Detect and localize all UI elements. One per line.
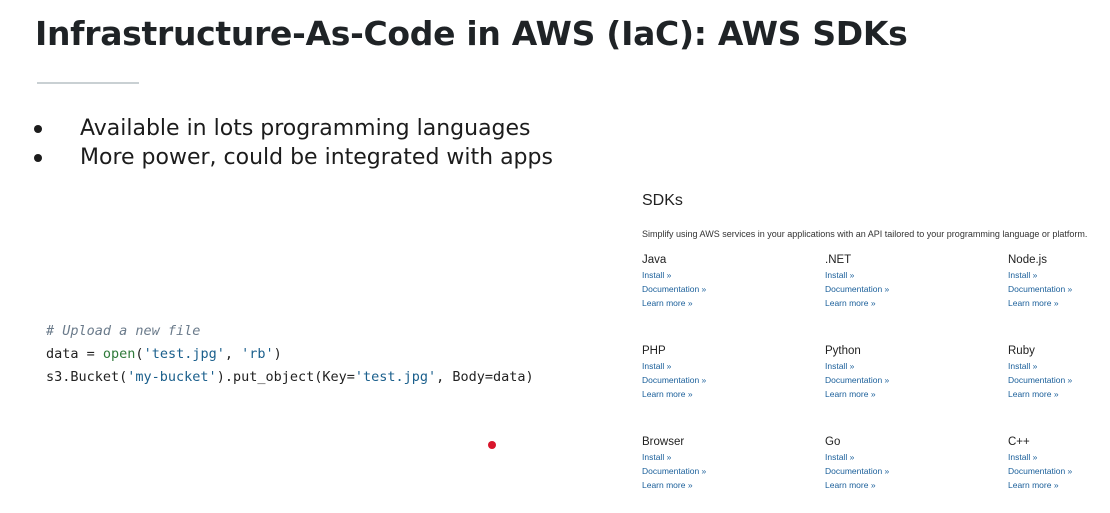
bullet-text: Available in lots programming languages (80, 116, 531, 141)
documentation-link[interactable]: Documentation » (825, 282, 1008, 296)
sdk-card: C++ Install » Documentation » Learn more… (1008, 436, 1102, 513)
code-token: data = (46, 346, 103, 362)
sdk-description: Simplify using AWS services in your appl… (642, 229, 1088, 239)
install-link[interactable]: Install » (1008, 268, 1102, 282)
bullet-list: Available in lots programming languages … (30, 114, 553, 172)
sdk-heading: SDKs (642, 192, 683, 209)
sdk-card: Browser Install » Documentation » Learn … (642, 436, 825, 513)
documentation-link[interactable]: Documentation » (642, 464, 825, 478)
documentation-link[interactable]: Documentation » (1008, 282, 1102, 296)
code-token: , Body=data) (436, 369, 534, 385)
install-link[interactable]: Install » (642, 359, 825, 373)
bullet-item: Available in lots programming languages (30, 114, 553, 143)
documentation-link[interactable]: Documentation » (1008, 373, 1102, 387)
code-builtin: open (102, 346, 136, 362)
sdk-name: Browser (642, 436, 685, 448)
laser-pointer-dot (488, 441, 496, 449)
install-link[interactable]: Install » (1008, 359, 1102, 373)
install-link[interactable]: Install » (642, 450, 825, 464)
sdk-name: .NET (825, 254, 852, 266)
code-token: ) (273, 346, 282, 362)
code-string: 'rb' (241, 346, 274, 362)
documentation-link[interactable]: Documentation » (825, 373, 1008, 387)
sdk-card: Go Install » Documentation » Learn more … (825, 436, 1008, 513)
learn-more-link[interactable]: Learn more » (1008, 387, 1102, 401)
sdk-grid: Java Install » Documentation » Learn mor… (642, 254, 1102, 513)
sdk-name: PHP (642, 345, 666, 357)
sdk-card: Node.js Install » Documentation » Learn … (1008, 254, 1102, 331)
bullet-dot-icon (34, 125, 42, 133)
code-token: , (224, 346, 242, 362)
learn-more-link[interactable]: Learn more » (642, 478, 825, 492)
sdk-name: C++ (1008, 436, 1030, 448)
bullet-text: More power, could be integrated with app… (80, 145, 553, 170)
slide-title: Infrastructure-As-Code in AWS (IaC): AWS… (35, 14, 908, 53)
install-link[interactable]: Install » (642, 268, 825, 282)
install-link[interactable]: Install » (825, 359, 1008, 373)
install-link[interactable]: Install » (825, 450, 1008, 464)
sdk-panel: SDKs Simplify using AWS services in your… (642, 192, 1102, 490)
sdk-card: Python Install » Documentation » Learn m… (825, 345, 1008, 422)
sdk-card: PHP Install » Documentation » Learn more… (642, 345, 825, 422)
learn-more-link[interactable]: Learn more » (825, 387, 1008, 401)
install-link[interactable]: Install » (825, 268, 1008, 282)
code-token: s3.Bucket( (46, 369, 128, 385)
sdk-name: Go (825, 436, 841, 448)
code-comment: # Upload a new file (46, 323, 201, 339)
learn-more-link[interactable]: Learn more » (825, 296, 1008, 310)
sdk-name: Java (642, 254, 667, 266)
install-link[interactable]: Install » (1008, 450, 1102, 464)
code-string: 'test.jpg' (143, 346, 225, 362)
learn-more-link[interactable]: Learn more » (642, 387, 825, 401)
documentation-link[interactable]: Documentation » (825, 464, 1008, 478)
bullet-item: More power, could be integrated with app… (30, 143, 553, 172)
code-token: ).put_object(Key= (216, 369, 355, 385)
code-token: ( (135, 346, 144, 362)
bullet-dot-icon (34, 154, 42, 162)
learn-more-link[interactable]: Learn more » (1008, 478, 1102, 492)
learn-more-link[interactable]: Learn more » (825, 478, 1008, 492)
sdk-card: .NET Install » Documentation » Learn mor… (825, 254, 1008, 331)
code-string: 'my-bucket' (127, 369, 217, 385)
sdk-card: Java Install » Documentation » Learn mor… (642, 254, 825, 331)
documentation-link[interactable]: Documentation » (642, 282, 825, 296)
learn-more-link[interactable]: Learn more » (642, 296, 825, 310)
learn-more-link[interactable]: Learn more » (1008, 296, 1102, 310)
documentation-link[interactable]: Documentation » (642, 373, 825, 387)
documentation-link[interactable]: Documentation » (1008, 464, 1102, 478)
code-snippet: # Upload a new file data = open('test.jp… (46, 320, 534, 389)
code-string: 'test.jpg' (354, 369, 437, 385)
sdk-name: Python (825, 345, 861, 357)
title-underline (37, 82, 139, 84)
sdk-name: Ruby (1008, 345, 1035, 357)
sdk-name: Node.js (1008, 254, 1047, 266)
sdk-card: Ruby Install » Documentation » Learn mor… (1008, 345, 1102, 422)
